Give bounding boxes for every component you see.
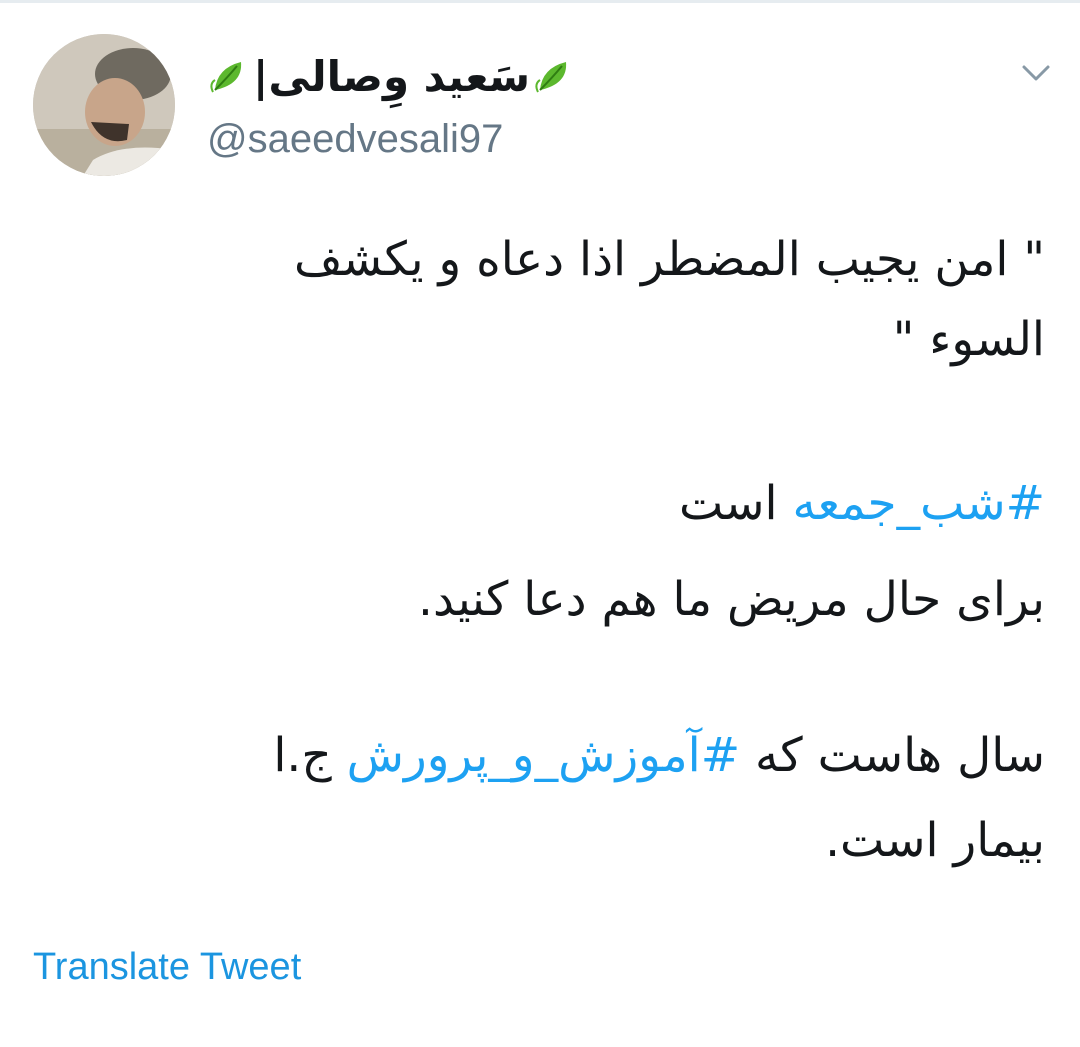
tweet-text-line: بیمار است. <box>825 813 1045 868</box>
chevron-down-icon[interactable] <box>1020 60 1052 86</box>
display-name-text: سَعید وِصالی| <box>253 51 531 101</box>
tweet-text-fragment: سال هاست که <box>740 728 1045 783</box>
leaf-icon <box>532 54 576 98</box>
tweet-text-line: " امن یجیب المضطر اذا دعاه و یکشف <box>293 232 1045 287</box>
avatar-photo <box>33 34 175 176</box>
translate-tweet-link[interactable]: Translate Tweet <box>33 946 301 989</box>
tweet-text-line: برای حال مریض ما هم دعا کنید. <box>418 572 1045 627</box>
tweet-text-fragment: ج.ا <box>273 728 347 783</box>
hashtag-link[interactable]: #آموزش_و_پرورش <box>347 728 740 783</box>
author-handle[interactable]: @saeedvesali97 <box>207 117 503 162</box>
top-divider <box>0 0 1080 3</box>
author-display-name[interactable]: سَعید وِصالی| <box>207 40 576 112</box>
avatar[interactable] <box>33 34 175 176</box>
tweet-text-line: سال هاست که #آموزش_و_پرورش ج.ا <box>40 723 1045 789</box>
hashtag-link[interactable]: #شب_جمعه <box>792 476 1045 531</box>
tweet-text-line: السوء " <box>892 312 1045 367</box>
tweet-text-line: #شب_جمعه است <box>40 471 1045 537</box>
tweet-text-fragment: است <box>678 476 793 531</box>
leaf-icon <box>207 54 251 98</box>
